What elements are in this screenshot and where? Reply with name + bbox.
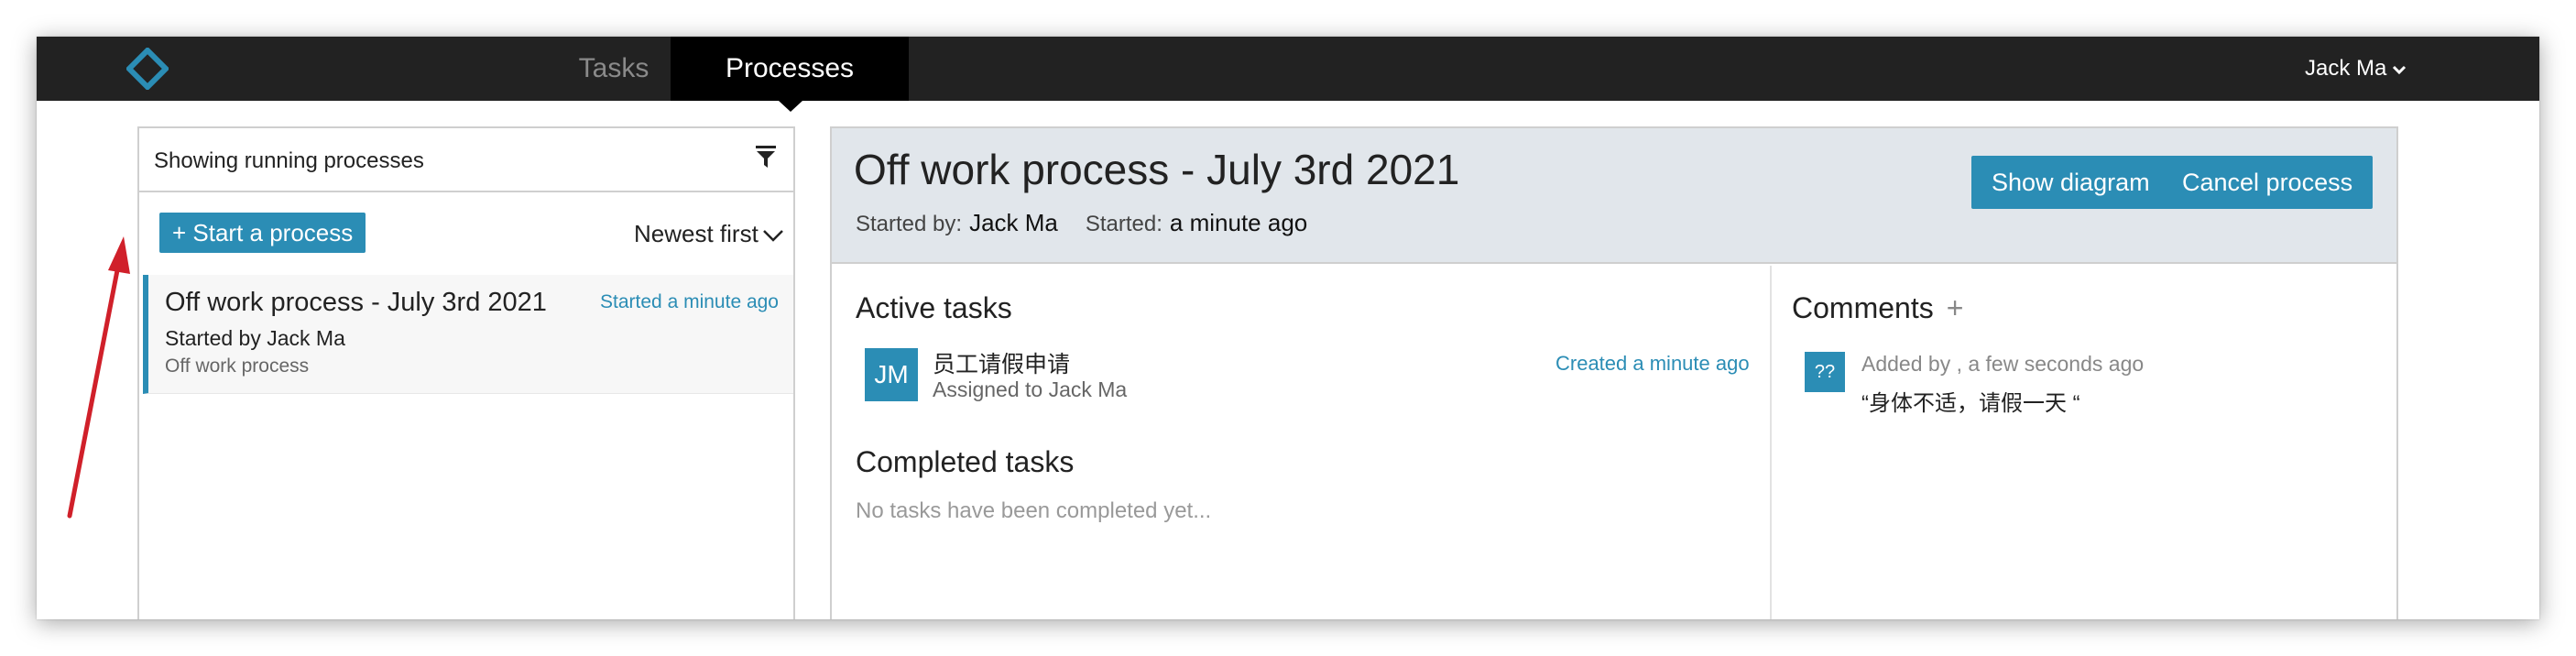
app-window: Tasks Processes Jack Ma Showing running … [37, 37, 2539, 619]
column-divider [1770, 266, 1772, 619]
sort-order-select[interactable]: Newest first [634, 220, 784, 248]
user-name: Jack Ma [2305, 56, 2387, 81]
active-task-created: Created a minute ago [1555, 352, 1750, 375]
process-list-panel: Showing running processes + Start a proc… [137, 126, 795, 619]
annotation-arrow-icon [67, 236, 130, 519]
cancel-process-button[interactable]: Cancel process [2162, 156, 2374, 209]
chevron-down-icon [2393, 65, 2407, 74]
user-menu[interactable]: Jack Ma [2305, 37, 2407, 101]
chevron-down-icon [762, 230, 783, 242]
comments-title-label: Comments [1792, 291, 1934, 324]
started-by-label: Started by: [856, 212, 963, 236]
top-nav-bar: Tasks Processes Jack Ma [37, 37, 2539, 112]
process-detail-header: Off work process - July 3rd 2021 Started… [832, 128, 2396, 264]
comments-title: Comments + [1792, 291, 1963, 325]
comment-author-time: Added by , a few seconds ago [1861, 352, 2145, 376]
process-item-time: Started a minute ago [600, 291, 779, 312]
show-diagram-button[interactable]: Show diagram [1971, 156, 2170, 209]
started-value: a minute ago [1169, 209, 1308, 236]
avatar: ?? [1805, 352, 1845, 392]
add-comment-icon[interactable]: + [1947, 291, 1964, 324]
sort-label: Newest first [634, 220, 759, 247]
process-detail-panel: Off work process - July 3rd 2021 Started… [830, 126, 2398, 619]
process-item-title: Off work process - July 3rd 2021 [165, 288, 547, 317]
process-filter-bar[interactable]: Showing running processes [139, 128, 793, 192]
completed-tasks-title: Completed tasks [856, 445, 1075, 478]
active-task-name[interactable]: 员工请假申请 [933, 346, 1070, 379]
comment-text: “身体不适，请假一天 “ [1861, 391, 2080, 416]
process-meta: Started by: Jack Ma Started: a minute ago [856, 209, 1335, 237]
filter-icon[interactable] [755, 145, 777, 170]
process-title: Off work process - July 3rd 2021 [854, 146, 1460, 193]
nav-tab-processes[interactable]: Processes [671, 37, 909, 101]
active-tab-caret [779, 101, 802, 112]
active-tasks-title: Active tasks [856, 291, 1012, 324]
completed-tasks-empty: No tasks have been completed yet... [856, 498, 1212, 523]
process-list-item[interactable]: Off work process - July 3rd 2021 Started… [143, 275, 793, 394]
started-label: Started: [1085, 212, 1162, 236]
avatar: JM [865, 348, 918, 401]
started-by-value: Jack Ma [969, 209, 1058, 236]
active-task-assignee: Assigned to Jack Ma [933, 377, 1128, 401]
